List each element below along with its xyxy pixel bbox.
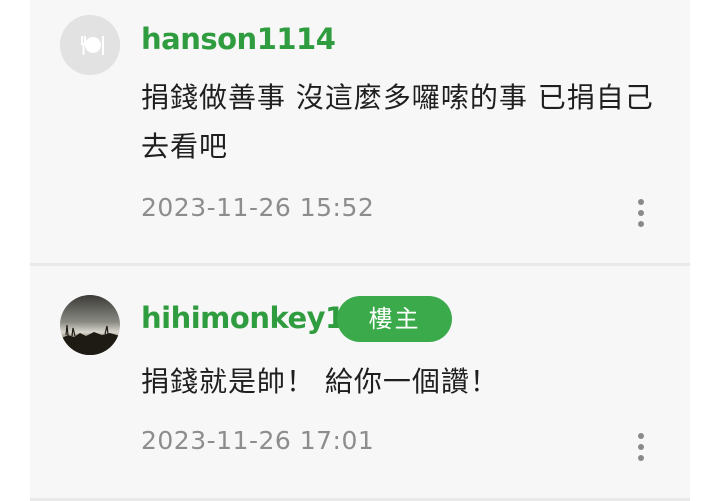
more-vertical-icon[interactable]: [626, 427, 656, 467]
username[interactable]: hanson1114: [141, 22, 336, 56]
comment-list: hanson1114 捐錢做善事 沒這麼多囉嗦的事 已捐自己去看吧 2023-1…: [30, 0, 690, 501]
comment-timestamp: 2023-11-26 17:01: [141, 426, 375, 455]
user-photo-avatar[interactable]: [60, 295, 120, 355]
comment-text: 捐錢就是帥！ 給你一個讚！: [141, 365, 499, 398]
comment-text: 捐錢做善事 沒這麼多囉嗦的事 已捐自己去看吧: [141, 81, 654, 163]
op-badge: 樓主: [337, 296, 452, 342]
comment-timestamp: 2023-11-26 15:52: [141, 193, 375, 222]
comment-item: hanson1114 捐錢做善事 沒這麼多囉嗦的事 已捐自己去看吧 2023-1…: [30, 0, 690, 263]
default-avatar-icon[interactable]: [60, 15, 120, 75]
page: hanson1114 捐錢做善事 沒這麼多囉嗦的事 已捐自己去看吧 2023-1…: [0, 0, 720, 501]
comment-item: hihimonkey1 樓主 捐錢就是帥！ 給你一個讚！ 2023-11-26 …: [30, 266, 690, 498]
more-vertical-icon[interactable]: [626, 193, 656, 233]
username[interactable]: hihimonkey1: [141, 301, 345, 335]
